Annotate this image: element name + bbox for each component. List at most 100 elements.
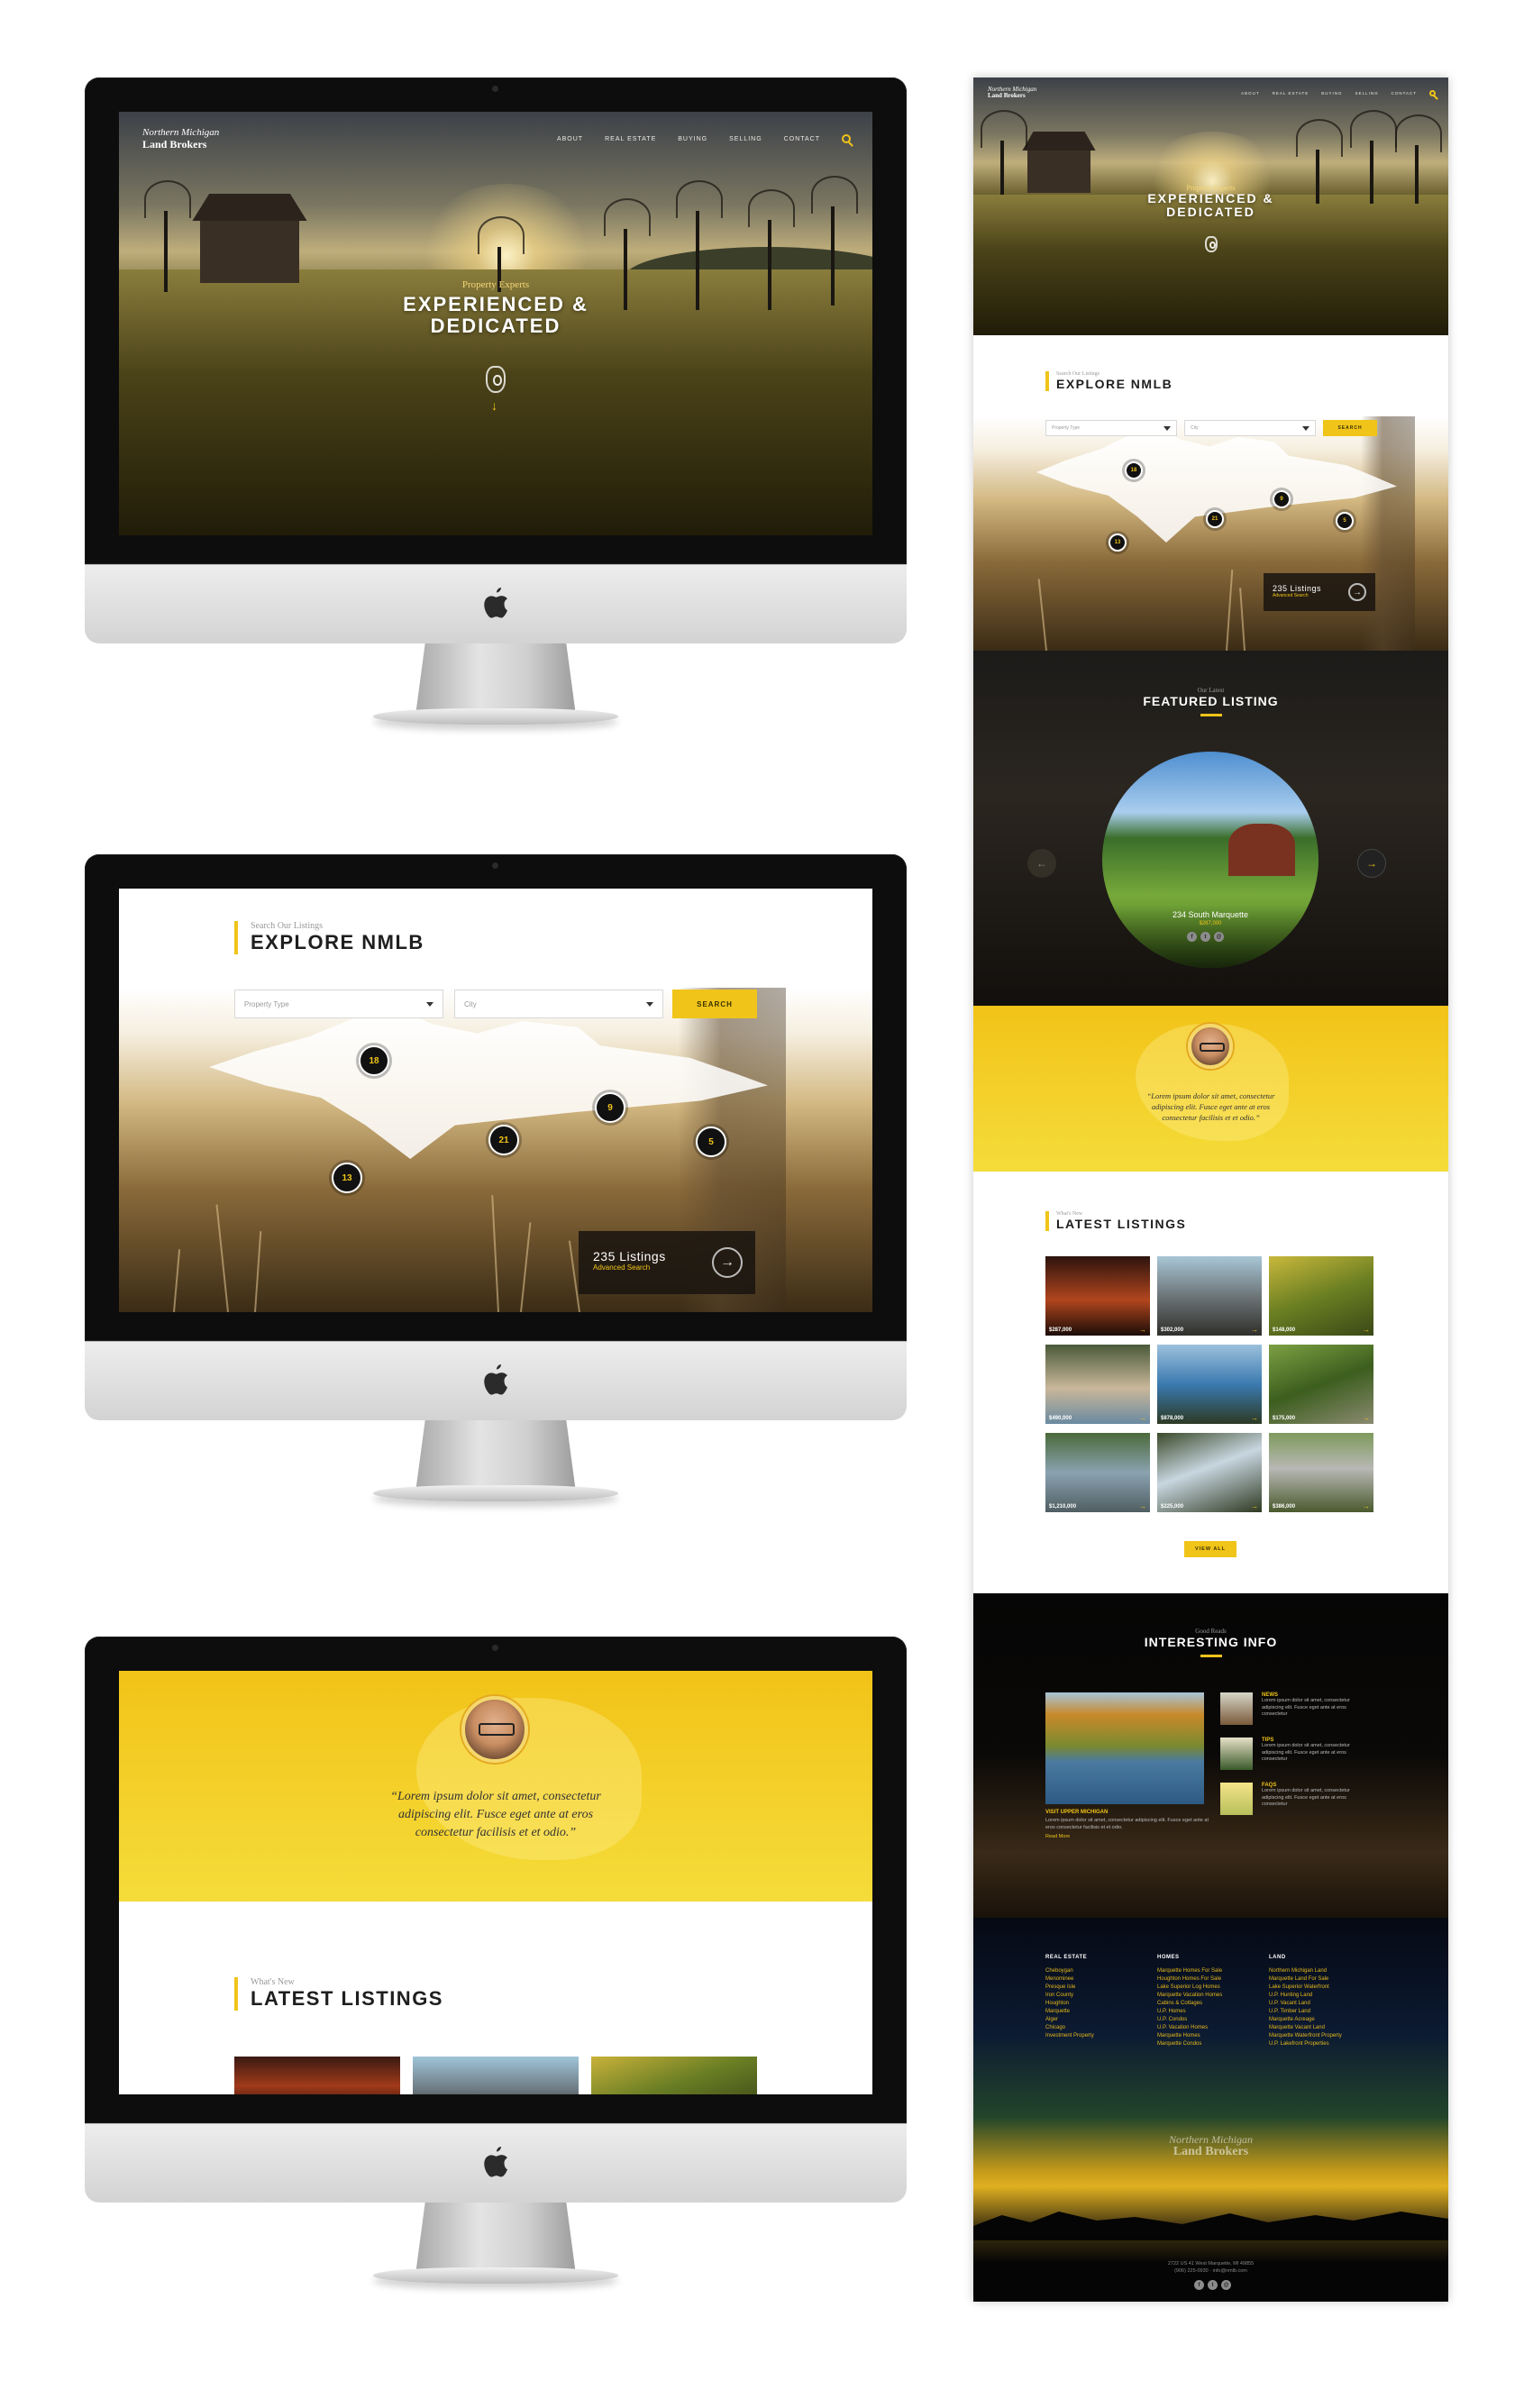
map-marker[interactable]: 21 bbox=[488, 1125, 519, 1155]
email-icon[interactable]: @ bbox=[1221, 2280, 1231, 2290]
listing-thumb[interactable]: $148,000 → bbox=[1269, 1256, 1373, 1336]
listing-thumb[interactable] bbox=[234, 2057, 400, 2094]
prev-arrow-icon[interactable]: ← bbox=[1027, 849, 1056, 878]
listing-thumb[interactable]: $878,000 → bbox=[1157, 1345, 1262, 1424]
search-button[interactable]: SEARCH bbox=[672, 990, 757, 1018]
property-type-placeholder: Property Type bbox=[244, 999, 289, 1008]
footer-link[interactable]: Cabins & Cottages bbox=[1157, 2000, 1222, 2008]
listing-thumb[interactable]: $302,000 → bbox=[1157, 1256, 1262, 1336]
tall-testimonial: “Lorem ipsum dolor sit amet, consectetur… bbox=[973, 1006, 1448, 1172]
search-icon[interactable] bbox=[1429, 89, 1436, 96]
map-marker[interactable]: 5 bbox=[696, 1126, 726, 1157]
footer-link[interactable]: Investment Property bbox=[1045, 2032, 1094, 2040]
quote-line3: consectetur facilisis et et odio.” bbox=[1162, 1113, 1260, 1122]
map-marker[interactable]: 13 bbox=[332, 1163, 362, 1193]
property-type-select[interactable]: Property Type bbox=[1045, 420, 1177, 436]
footer-link[interactable]: U.P. Timber Land bbox=[1269, 2008, 1342, 2016]
footer-link[interactable]: Marquette Homes For Sale bbox=[1157, 1967, 1222, 1975]
arrow-right-icon[interactable]: → bbox=[1348, 583, 1366, 601]
view-all-button[interactable]: VIEW ALL bbox=[1184, 1541, 1236, 1557]
email-icon[interactable]: @ bbox=[1214, 932, 1224, 942]
listing-count-box[interactable]: 235 Listings Advanced Search → bbox=[1264, 573, 1375, 611]
footer-link[interactable]: Presque Isle bbox=[1045, 1984, 1094, 1992]
footer-link[interactable]: U.P. Condos bbox=[1157, 2016, 1222, 2024]
map-marker[interactable]: 9 bbox=[1273, 490, 1291, 508]
listing-thumb[interactable]: $175,000 → bbox=[1269, 1345, 1373, 1424]
imac-foot bbox=[373, 708, 618, 725]
listing-thumb[interactable]: $225,000 → bbox=[1157, 1433, 1262, 1512]
footer-link[interactable]: Marquette Land For Sale bbox=[1269, 1975, 1342, 1984]
nav-real-estate[interactable]: REAL ESTATE bbox=[605, 136, 656, 142]
twitter-icon[interactable]: t bbox=[1208, 2280, 1218, 2290]
map-marker[interactable]: 18 bbox=[1125, 461, 1143, 479]
featured-photo[interactable]: 234 South Marquette $287,000 f t @ bbox=[1102, 752, 1319, 968]
map-marker[interactable]: 18 bbox=[359, 1045, 389, 1076]
facebook-icon[interactable]: f bbox=[1194, 2280, 1204, 2290]
next-arrow-icon[interactable]: → bbox=[1357, 849, 1386, 878]
footer-link[interactable]: Marquette Waterfront Property bbox=[1269, 2032, 1342, 2040]
nav-buying[interactable]: BUYING bbox=[1321, 91, 1342, 96]
scroll-down-arrow-icon[interactable]: ↓ bbox=[491, 398, 497, 413]
nav-contact[interactable]: CONTACT bbox=[1392, 91, 1417, 96]
footer-col-land: LAND Northern Michigan Land Marquette La… bbox=[1269, 1954, 1342, 2048]
footer-link[interactable]: Menominee bbox=[1045, 1975, 1094, 1984]
footer-link[interactable]: Marquette Condos bbox=[1157, 2040, 1222, 2048]
map-marker[interactable]: 21 bbox=[1206, 510, 1224, 528]
site-logo[interactable]: Northern Michigan Land Brokers bbox=[988, 86, 1036, 100]
arrow-right-icon[interactable]: → bbox=[712, 1247, 743, 1278]
arrow-right-icon: → bbox=[1363, 1326, 1370, 1334]
nav-about[interactable]: ABOUT bbox=[1241, 91, 1260, 96]
top-nav: Northern Michigan Land Brokers ABOUT REA… bbox=[973, 78, 1448, 100]
city-select[interactable]: City bbox=[1184, 420, 1316, 436]
info-main-photo[interactable] bbox=[1045, 1692, 1204, 1804]
listing-count-box[interactable]: 235 Listings Advanced Search → bbox=[579, 1231, 755, 1294]
read-more-link[interactable]: Read More bbox=[1045, 1834, 1217, 1839]
search-button[interactable]: SEARCH bbox=[1323, 420, 1377, 436]
footer-link[interactable]: Marquette Vacant Land bbox=[1269, 2024, 1342, 2032]
nav-real-estate[interactable]: REAL ESTATE bbox=[1273, 91, 1309, 96]
listing-thumb[interactable] bbox=[591, 2057, 757, 2094]
footer-link[interactable]: U.P. Lakefront Properties bbox=[1269, 2040, 1342, 2048]
footer-link[interactable]: Marquette bbox=[1045, 2008, 1094, 2016]
nav-about[interactable]: ABOUT bbox=[557, 136, 583, 142]
map-marker[interactable]: 13 bbox=[1109, 534, 1127, 552]
footer-link[interactable]: Alger bbox=[1045, 2016, 1094, 2024]
footer-link[interactable]: Chicago bbox=[1045, 2024, 1094, 2032]
footer-link[interactable]: Marquette Acreage bbox=[1269, 2016, 1342, 2024]
footer-link[interactable]: U.P. Vacation Homes bbox=[1157, 2024, 1222, 2032]
footer-link[interactable]: Marquette Homes bbox=[1157, 2032, 1222, 2040]
top-nav: Northern Michigan Land Brokers ABOUT REA… bbox=[119, 112, 872, 150]
listing-price: $878,000 bbox=[1161, 1416, 1184, 1421]
map-marker[interactable]: 9 bbox=[595, 1092, 625, 1123]
footer-link[interactable]: U.P. Hunting Land bbox=[1269, 1992, 1342, 2000]
listing-thumb[interactable]: $386,000 → bbox=[1269, 1433, 1373, 1512]
nav-contact[interactable]: CONTACT bbox=[784, 136, 820, 142]
facebook-icon[interactable]: f bbox=[1187, 932, 1197, 942]
footer-link[interactable]: Northern Michigan Land bbox=[1269, 1967, 1342, 1975]
footer-link[interactable]: Houghton bbox=[1045, 2000, 1094, 2008]
footer-link[interactable]: Lake Superior Log Homes bbox=[1157, 1984, 1222, 1992]
property-type-select[interactable]: Property Type bbox=[234, 990, 443, 1018]
footer-link[interactable]: Cheboygan bbox=[1045, 1967, 1094, 1975]
footer-logo[interactable]: Northern Michigan Land Brokers bbox=[973, 2134, 1448, 2158]
footer-link[interactable]: Houghton Homes For Sale bbox=[1157, 1975, 1222, 1984]
city-select[interactable]: City bbox=[454, 990, 663, 1018]
footer-link[interactable]: U.P. Homes bbox=[1157, 2008, 1222, 2016]
listing-thumb[interactable] bbox=[413, 2057, 579, 2094]
grass-stalk bbox=[491, 1195, 499, 1312]
search-icon[interactable] bbox=[842, 134, 851, 144]
site-logo[interactable]: Northern Michigan Land Brokers bbox=[142, 127, 219, 150]
footer-link[interactable]: Iron County bbox=[1045, 1992, 1094, 2000]
footer-link[interactable]: Lake Superior Waterfront bbox=[1269, 1984, 1342, 1992]
footer-link[interactable]: Marquette Vacation Homes bbox=[1157, 1992, 1222, 2000]
nav-buying[interactable]: BUYING bbox=[678, 136, 707, 142]
listing-thumb[interactable]: $287,000 → bbox=[1045, 1256, 1150, 1336]
arrow-right-icon: → bbox=[1139, 1326, 1146, 1334]
nav-selling[interactable]: SELLING bbox=[1355, 91, 1379, 96]
nav-selling[interactable]: SELLING bbox=[729, 136, 762, 142]
map-marker[interactable]: 5 bbox=[1336, 512, 1354, 530]
listing-thumb[interactable]: $1,210,000 → bbox=[1045, 1433, 1150, 1512]
twitter-icon[interactable]: t bbox=[1200, 932, 1210, 942]
listing-thumb[interactable]: $490,000 → bbox=[1045, 1345, 1150, 1424]
footer-link[interactable]: U.P. Vacant Land bbox=[1269, 2000, 1342, 2008]
